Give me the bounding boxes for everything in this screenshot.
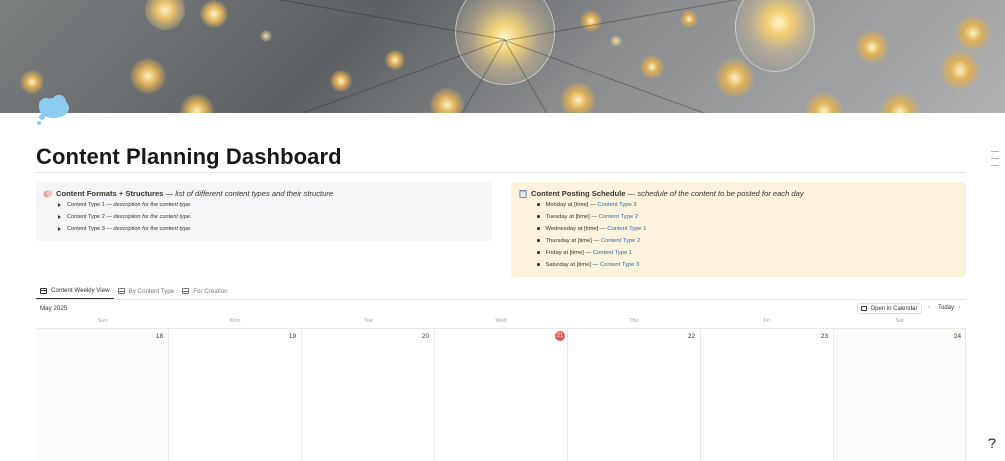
content-type-link[interactable]: Content Type 1	[593, 250, 632, 256]
day-number: 18	[155, 333, 163, 340]
comedy-masks-icon	[43, 190, 53, 198]
callout-title: Content Posting Schedule — schedule of t…	[531, 189, 804, 198]
tab-for-creation[interactable]: For Creation	[178, 283, 231, 299]
tab-content-weekly-view[interactable]: Content Weekly View	[36, 283, 114, 299]
calendar-day-cell[interactable]: 22	[568, 329, 701, 461]
toggle-triangle-icon[interactable]	[58, 226, 61, 231]
calendar-icon	[40, 287, 47, 294]
toggle-triangle-icon[interactable]	[58, 214, 61, 219]
view-tabs: Content Weekly View By Content Type For …	[36, 283, 232, 300]
day-number: 19	[288, 333, 296, 340]
next-week-button[interactable]: ›	[958, 304, 960, 311]
day-number: 20	[421, 333, 429, 340]
day-number: 22	[687, 333, 695, 340]
tab-by-content-type[interactable]: By Content Type	[114, 283, 179, 299]
calendar-day-cell[interactable]: 24	[834, 329, 966, 461]
board-icon	[117, 288, 125, 294]
tabs-divider	[36, 299, 966, 300]
weekday-label: Mon	[230, 318, 241, 324]
calendar-week-grid: 18 19 20 21 22 23 24	[36, 328, 966, 461]
content-formats-callout: Content Formats + Structures — list of d…	[36, 182, 492, 241]
weekday-label: Fri	[763, 318, 770, 324]
table-of-contents-indicator[interactable]	[991, 151, 999, 172]
toggle-content-type-1[interactable]: Content Type 1 — description for the con…	[58, 202, 192, 208]
today-button[interactable]: Today	[938, 305, 954, 311]
day-number: 23	[820, 333, 828, 340]
content-type-link[interactable]: Content Type 2	[601, 238, 640, 244]
callout-title: Content Formats + Structures — list of d…	[56, 189, 334, 198]
toggle-content-type-3[interactable]: Content Type 3 — description for the con…	[58, 226, 192, 232]
calendar-day-cell[interactable]: 23	[701, 329, 834, 461]
page-title: Content Planning Dashboard	[36, 144, 342, 169]
schedule-row-friday: Friday at [time] — Content Type 1	[537, 250, 632, 256]
content-type-link[interactable]: Content Type 1	[607, 226, 646, 232]
thought-bubble-icon[interactable]	[35, 95, 71, 127]
divider	[36, 172, 966, 173]
previous-week-button[interactable]: ‹	[928, 304, 930, 311]
month-label: May 2025	[40, 305, 68, 312]
schedule-row-monday: Monday at [time] — Content Type 3	[537, 202, 637, 208]
weekday-label: Sun	[97, 318, 108, 324]
weekday-label: Tue	[363, 318, 373, 324]
calendar-day-cell[interactable]: 21	[435, 329, 568, 461]
toggle-content-type-2[interactable]: Content Type 2 — description for the con…	[58, 214, 192, 220]
day-number: 24	[953, 333, 961, 340]
content-type-link[interactable]: Content Type 3	[597, 202, 636, 208]
schedule-row-thursday: Thursday at [time] — Content Type 2	[537, 238, 640, 244]
open-in-calendar-button[interactable]: Open in Calendar	[857, 303, 922, 314]
board-icon	[182, 288, 190, 294]
weekday-header: Sun Mon Tue Wed Thu Fri Sat	[36, 318, 966, 328]
schedule-row-tuesday: Tuesday at [time] — Content Type 2	[537, 214, 638, 220]
schedule-row-saturday: Saturday at [time] — Content Type 3	[537, 262, 639, 268]
weekday-label: Wed	[495, 318, 507, 324]
weekday-label: Thu	[629, 318, 639, 324]
toggle-triangle-icon[interactable]	[58, 202, 61, 207]
help-question-icon[interactable]	[986, 437, 998, 449]
calendar-day-cell[interactable]: 18	[36, 329, 169, 461]
today-day-number: 21	[555, 331, 565, 341]
content-type-link[interactable]: Content Type 2	[599, 214, 638, 220]
calendar-icon	[861, 306, 868, 311]
schedule-row-wednesday: Wednesday at [time] — Content Type 1	[537, 226, 646, 232]
calendar-day-cell[interactable]: 19	[169, 329, 302, 461]
notepad-icon	[519, 190, 527, 198]
posting-schedule-callout: Content Posting Schedule — schedule of t…	[511, 182, 966, 277]
cover-image	[0, 0, 1005, 113]
calendar-day-cell[interactable]: 20	[302, 329, 435, 461]
content-type-link[interactable]: Content Type 3	[600, 262, 639, 268]
weekday-label: Sat	[895, 318, 904, 324]
